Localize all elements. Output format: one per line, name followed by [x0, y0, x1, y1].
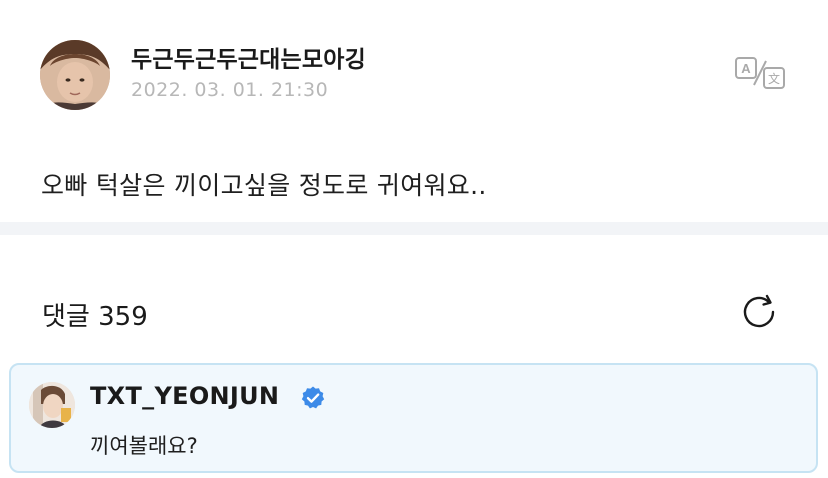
verified-badge-icon: [300, 385, 326, 411]
svg-text:文: 文: [768, 71, 780, 86]
post-detail-page: 두근두근두근대는모아깅 2022. 03. 01. 21:30 A 文 오빠 턱…: [0, 0, 828, 478]
comments-count-label: 댓글 359: [42, 302, 148, 332]
post-timestamp: 2022. 03. 01. 21:30: [131, 79, 329, 101]
post-body-text: 오빠 턱살은 끼이고싶을 정도로 귀여워요..: [41, 171, 487, 200]
comment-author-avatar[interactable]: [29, 382, 75, 428]
post-author-name[interactable]: 두근두근두근대는모아깅: [131, 40, 366, 74]
refresh-icon[interactable]: [740, 292, 780, 332]
comment-author-name[interactable]: TXT_YEONJUN: [90, 382, 279, 410]
section-divider: [0, 222, 828, 235]
translate-icon[interactable]: A 文: [734, 55, 786, 91]
svg-text:A: A: [741, 61, 751, 76]
post-author-avatar[interactable]: [40, 40, 110, 110]
highlighted-comment-card[interactable]: TXT_YEONJUN 끼여볼래요?: [9, 363, 818, 473]
comment-text: 끼여볼래요?: [90, 434, 198, 458]
